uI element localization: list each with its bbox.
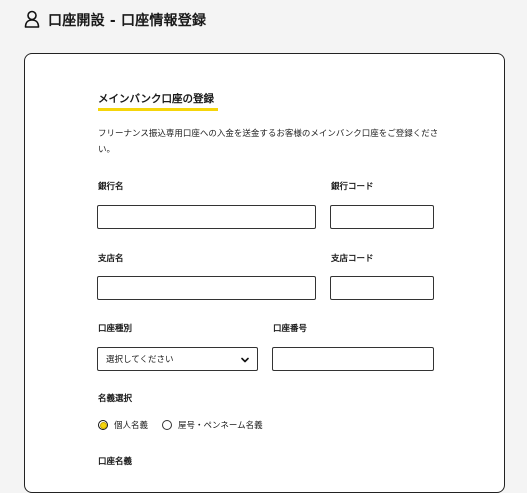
bank-name-input[interactable] [97, 205, 316, 229]
bank-code-label: 銀行コード [331, 182, 374, 192]
radio-trade-name-label: 屋号・ペンネーム名義 [178, 421, 263, 431]
radio-trade-name[interactable]: 屋号・ペンネーム名義 [162, 419, 263, 431]
bank-registration-card: メインバンク口座の登録 フリーナンス振込専用口座への入金を送金するお客様のメイン… [24, 53, 505, 493]
account-holder-label: 口座名義 [98, 457, 133, 467]
radio-individual[interactable]: 個人名義 [98, 419, 148, 431]
account-type-select[interactable]: 選択してください [97, 347, 258, 371]
name-type-radio-group: 個人名義 屋号・ペンネーム名義 [98, 419, 277, 431]
account-type-label: 口座種別 [98, 324, 133, 334]
radio-unselected-icon [162, 420, 173, 430]
name-type-label: 名義選択 [98, 394, 133, 404]
branch-name-label: 支店名 [98, 254, 124, 264]
user-icon [24, 10, 42, 30]
branch-code-input[interactable] [330, 276, 434, 300]
page-header: 口座開設 - 口座情報登録 [24, 9, 206, 31]
page-title: 口座開設 - 口座情報登録 [48, 13, 207, 29]
branch-code-label: 支店コード [331, 254, 374, 264]
section-title: メインバンク口座の登録 [98, 93, 215, 105]
section-title-underline [98, 108, 218, 111]
branch-name-input[interactable] [97, 276, 316, 300]
radio-individual-label: 個人名義 [114, 421, 149, 431]
account-number-input[interactable] [272, 347, 434, 371]
account-type-selected-value: 選択してください [106, 355, 174, 365]
radio-selected-icon [98, 420, 108, 430]
account-number-label: 口座番号 [273, 324, 308, 334]
bank-code-input[interactable] [330, 205, 434, 229]
chevron-down-icon [241, 356, 249, 363]
section-description: フリーナンス振込専用口座への入金を送金するお客様のメインバンク口座をご登録くださ… [98, 129, 439, 155]
bank-name-label: 銀行名 [98, 182, 124, 192]
